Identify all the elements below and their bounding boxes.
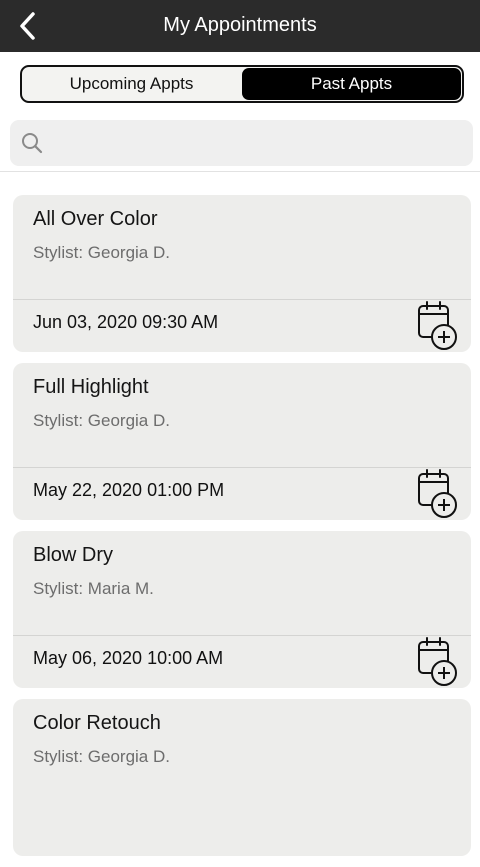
add-to-calendar-button[interactable]	[414, 301, 462, 351]
app-header: My Appointments	[0, 0, 480, 52]
search-bar	[10, 120, 473, 166]
appointment-stylist: Stylist: Georgia D.	[33, 243, 170, 262]
add-to-calendar-button[interactable]	[414, 469, 462, 519]
appointment-service: All Over Color	[33, 208, 158, 230]
add-to-calendar-button[interactable]	[414, 637, 462, 687]
appointment-service: Color Retouch	[33, 712, 161, 734]
card-divider	[13, 299, 471, 300]
search-input[interactable]	[56, 128, 460, 160]
card-divider	[13, 635, 471, 636]
page-title: My Appointments	[163, 14, 317, 36]
appointment-service: Full Highlight	[33, 376, 149, 398]
tab-upcoming-appts[interactable]: Upcoming Appts	[22, 67, 241, 101]
search-icon	[22, 133, 43, 154]
appointment-card[interactable]: Full Highlight Stylist: Georgia D. May 2…	[13, 363, 471, 520]
appointment-datetime: Jun 03, 2020 09:30 AM	[33, 312, 219, 332]
appointment-datetime: May 22, 2020 01:00 PM	[33, 480, 225, 500]
appointment-card[interactable]: Color Retouch Stylist: Georgia D.	[13, 699, 471, 856]
appointment-service: Blow Dry	[33, 544, 114, 566]
appointment-card[interactable]: All Over Color Stylist: Georgia D. Jun 0…	[13, 195, 471, 352]
calendar-add-icon	[418, 637, 457, 686]
calendar-add-icon	[418, 469, 457, 518]
appointment-stylist: Stylist: Georgia D.	[33, 411, 170, 430]
card-divider	[13, 467, 471, 468]
tab-past-appts[interactable]: Past Appts	[242, 68, 461, 100]
appointment-stylist: Stylist: Maria M.	[33, 579, 154, 598]
calendar-add-icon	[418, 301, 457, 350]
appointments-list: All Over Color Stylist: Georgia D. Jun 0…	[13, 195, 471, 867]
appointment-datetime: May 06, 2020 10:00 AM	[33, 648, 224, 668]
appointments-tab-switch: Upcoming Appts Past Appts	[20, 65, 464, 103]
appointment-card[interactable]: Blow Dry Stylist: Maria M. May 06, 2020 …	[13, 531, 471, 688]
divider	[0, 171, 480, 172]
appointment-stylist: Stylist: Georgia D.	[33, 747, 170, 766]
